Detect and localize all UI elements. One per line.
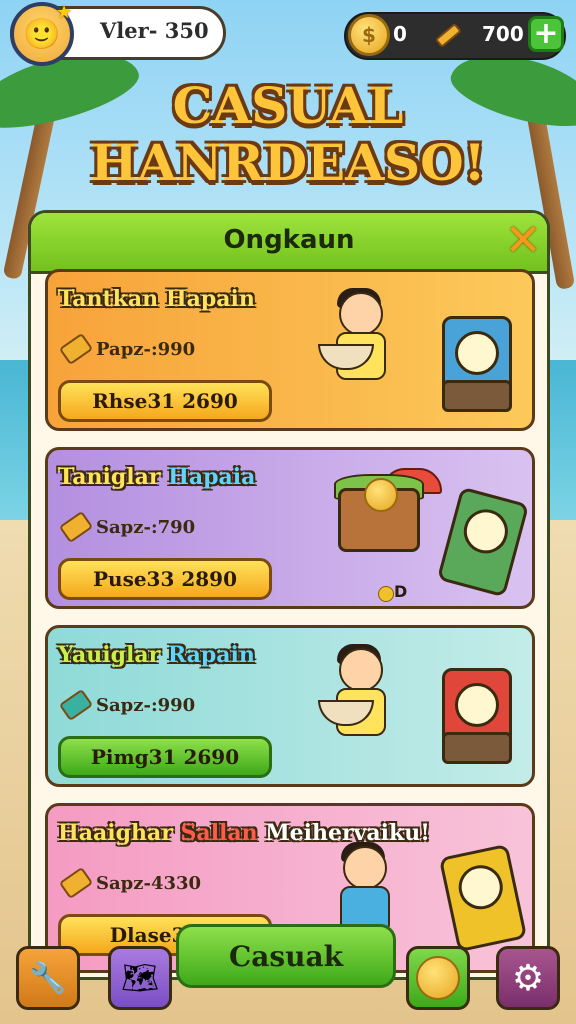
offer-card-1: Tantkan Hapain Papz-:990 Rhse31 2690 xyxy=(45,269,535,431)
gear-icon[interactable]: ⚙ xyxy=(496,946,560,1010)
chest-coin-icon xyxy=(364,478,398,512)
tools-icon[interactable]: 🔧 xyxy=(16,946,80,1010)
coin-count: 0 xyxy=(393,22,407,46)
map-icon[interactable]: 🗺 xyxy=(108,946,172,1010)
requirement-text: Papz-:990 xyxy=(96,338,196,360)
card-action-button[interactable]: Puse33 2890 xyxy=(58,558,272,600)
requirement-text: Sapz-4330 xyxy=(96,872,202,894)
pencil-icon xyxy=(58,332,94,366)
offer-card-3: Yauiglar Rapain Sapz-:990 Pimg31 2690 xyxy=(45,625,535,787)
requirement-row: Papz-:990 xyxy=(58,332,196,366)
requirement-row: Sapz-:990 xyxy=(58,688,196,722)
card-title-part-1: Taniglar xyxy=(58,464,169,490)
offer-card-2: Taniglar Hapaia Sapz-:790 Puse33 2890 D xyxy=(45,447,535,609)
card-title-part-2: Hapaia xyxy=(168,464,256,490)
card-action-button[interactable]: Rhse31 2690 xyxy=(58,380,272,422)
pencil-icon xyxy=(58,866,94,900)
card-title: Taniglar Hapaia xyxy=(58,464,255,490)
star-badge-icon: ★ xyxy=(56,2,73,23)
pencil-icon xyxy=(58,510,94,544)
panel-title: Ongkaun xyxy=(223,225,355,255)
coin-shop-icon[interactable] xyxy=(406,946,470,1010)
machine-icon xyxy=(438,843,528,953)
card-title-part-1: Haaighar xyxy=(58,820,181,846)
card-title: Yauiglar Rapain xyxy=(58,642,255,668)
game-title: CASUAL HANRDEASO! xyxy=(0,78,576,192)
machine-icon xyxy=(442,668,512,764)
add-currency-button[interactable]: + xyxy=(528,16,564,52)
card-title: Tantkan Hapain xyxy=(58,286,255,312)
title-line-1: CASUAL xyxy=(172,76,404,135)
card-title-text: Tantkan Hapain xyxy=(58,286,255,312)
card-action-button[interactable]: Pimg31 2690 xyxy=(58,736,272,778)
character-girl-icon xyxy=(318,288,394,402)
coin-icon: $ xyxy=(348,14,390,56)
requirement-text: Sapz-:790 xyxy=(96,516,196,538)
main-play-button[interactable]: Casuak xyxy=(176,924,396,988)
card-title-part-2: Rapain xyxy=(167,642,255,668)
title-line-2: HANRDEASO! xyxy=(90,133,486,192)
requirement-row: Sapz-4330 xyxy=(58,866,202,900)
card-title-part-1: Yauiglar xyxy=(58,642,168,668)
machine-icon xyxy=(436,486,530,598)
pencil-icon xyxy=(58,688,94,722)
character-boy-icon xyxy=(318,644,394,758)
player-level-label: Vler- 350 xyxy=(100,18,209,43)
machine-icon xyxy=(442,316,512,412)
offers-panel: Ongkaun ✕ Tantkan Hapain Papz-:990 Rhse3… xyxy=(28,210,550,980)
requirement-row: Sapz-:790 xyxy=(58,510,196,544)
card-title-part-3: Meihervaiku! xyxy=(257,820,430,846)
card-title-part-2: Sallan xyxy=(180,820,258,846)
pencil-icon xyxy=(436,24,461,47)
card-extra-label: D xyxy=(394,582,408,601)
gem-count: 700 xyxy=(482,22,524,46)
small-coin-icon xyxy=(378,586,394,602)
requirement-text: Sapz-:990 xyxy=(96,694,196,716)
close-icon[interactable]: ✕ xyxy=(501,219,545,263)
